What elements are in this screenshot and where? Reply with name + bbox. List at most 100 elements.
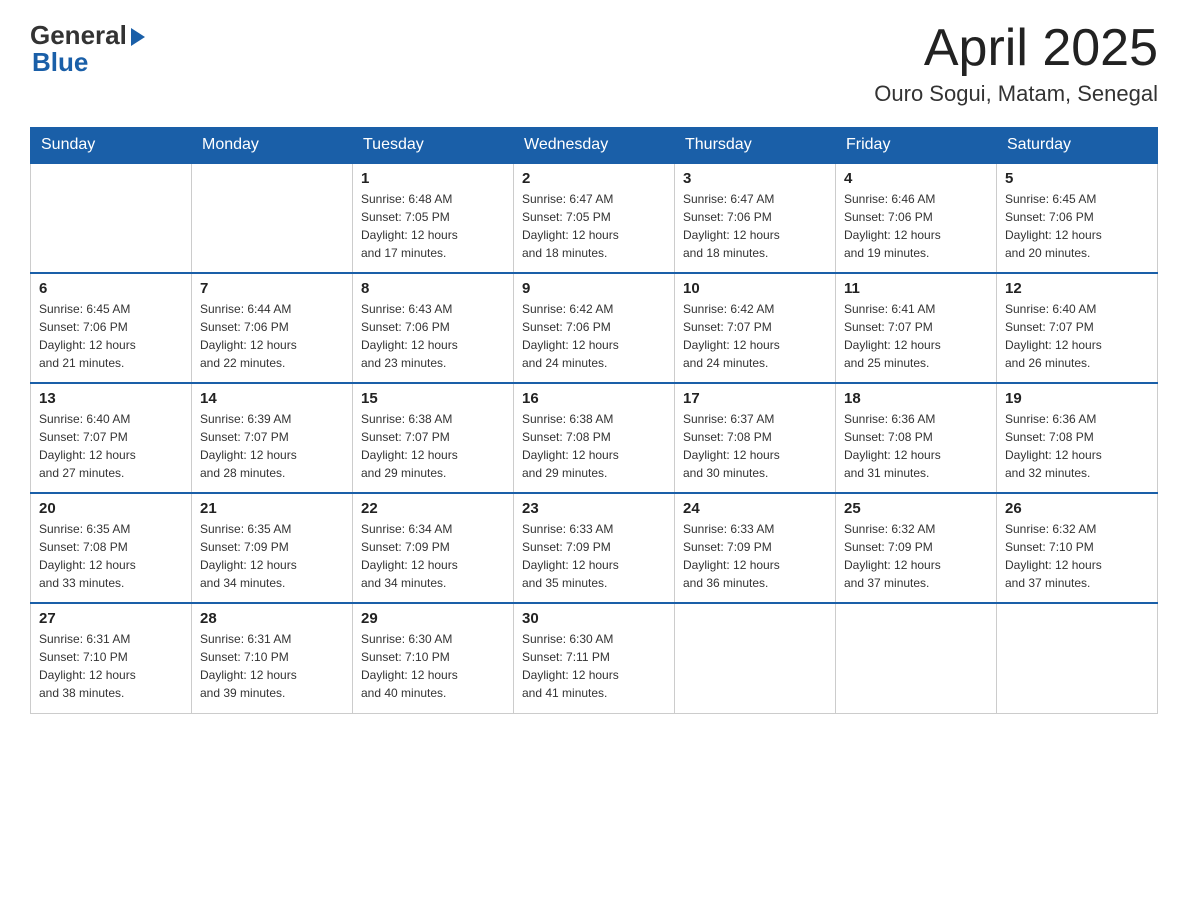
day-info: Sunrise: 6:30 AMSunset: 7:11 PMDaylight:… (522, 630, 666, 702)
day-number: 26 (1005, 500, 1149, 517)
calendar-cell: 27 Sunrise: 6:31 AMSunset: 7:10 PMDayligh… (31, 603, 192, 713)
day-info: Sunrise: 6:40 AMSunset: 7:07 PMDaylight:… (1005, 300, 1149, 372)
day-info: Sunrise: 6:31 AMSunset: 7:10 PMDaylight:… (200, 630, 344, 702)
day-number: 27 (39, 610, 183, 627)
calendar-cell: 18 Sunrise: 6:36 AMSunset: 7:08 PMDayligh… (836, 383, 997, 493)
day-info: Sunrise: 6:31 AMSunset: 7:10 PMDaylight:… (39, 630, 183, 702)
day-info: Sunrise: 6:33 AMSunset: 7:09 PMDaylight:… (522, 520, 666, 592)
calendar-cell: 22 Sunrise: 6:34 AMSunset: 7:09 PMDayligh… (353, 493, 514, 603)
calendar-cell (31, 163, 192, 273)
day-info: Sunrise: 6:44 AMSunset: 7:06 PMDaylight:… (200, 300, 344, 372)
calendar-cell: 14 Sunrise: 6:39 AMSunset: 7:07 PMDayligh… (192, 383, 353, 493)
day-of-week-header: Saturday (997, 128, 1158, 164)
day-info: Sunrise: 6:39 AMSunset: 7:07 PMDaylight:… (200, 410, 344, 482)
calendar-cell: 29 Sunrise: 6:30 AMSunset: 7:10 PMDayligh… (353, 603, 514, 713)
day-number: 29 (361, 610, 505, 627)
calendar-cell (836, 603, 997, 713)
day-of-week-header: Thursday (675, 128, 836, 164)
calendar-cell: 30 Sunrise: 6:30 AMSunset: 7:11 PMDayligh… (514, 603, 675, 713)
logo-triangle-icon (131, 28, 145, 46)
day-number: 9 (522, 280, 666, 297)
day-info: Sunrise: 6:32 AMSunset: 7:09 PMDaylight:… (844, 520, 988, 592)
day-info: Sunrise: 6:47 AMSunset: 7:05 PMDaylight:… (522, 190, 666, 262)
day-number: 10 (683, 280, 827, 297)
calendar-cell: 21 Sunrise: 6:35 AMSunset: 7:09 PMDayligh… (192, 493, 353, 603)
day-number: 2 (522, 170, 666, 187)
day-number: 16 (522, 390, 666, 407)
calendar-cell: 17 Sunrise: 6:37 AMSunset: 7:08 PMDayligh… (675, 383, 836, 493)
day-of-week-header: Friday (836, 128, 997, 164)
calendar-cell: 25 Sunrise: 6:32 AMSunset: 7:09 PMDayligh… (836, 493, 997, 603)
calendar-cell: 20 Sunrise: 6:35 AMSunset: 7:08 PMDayligh… (31, 493, 192, 603)
calendar-cell: 11 Sunrise: 6:41 AMSunset: 7:07 PMDayligh… (836, 273, 997, 383)
day-info: Sunrise: 6:33 AMSunset: 7:09 PMDaylight:… (683, 520, 827, 592)
day-info: Sunrise: 6:47 AMSunset: 7:06 PMDaylight:… (683, 190, 827, 262)
calendar-cell: 5 Sunrise: 6:45 AMSunset: 7:06 PMDaylight… (997, 163, 1158, 273)
day-info: Sunrise: 6:45 AMSunset: 7:06 PMDaylight:… (1005, 190, 1149, 262)
day-number: 21 (200, 500, 344, 517)
calendar-cell: 15Sunrise: 6:38 AMSunset: 7:07 PMDayligh… (353, 383, 514, 493)
day-info: Sunrise: 6:46 AMSunset: 7:06 PMDaylight:… (844, 190, 988, 262)
day-number: 19 (1005, 390, 1149, 407)
day-info: Sunrise: 6:45 AMSunset: 7:06 PMDaylight:… (39, 300, 183, 372)
day-number: 30 (522, 610, 666, 627)
calendar-cell: 2 Sunrise: 6:47 AMSunset: 7:05 PMDaylight… (514, 163, 675, 273)
day-info: Sunrise: 6:41 AMSunset: 7:07 PMDaylight:… (844, 300, 988, 372)
calendar-cell: 24 Sunrise: 6:33 AMSunset: 7:09 PMDayligh… (675, 493, 836, 603)
day-number: 22 (361, 500, 505, 517)
logo: General Blue (30, 20, 145, 78)
day-number: 24 (683, 500, 827, 517)
day-of-week-header: Monday (192, 128, 353, 164)
calendar-cell (675, 603, 836, 713)
day-number: 18 (844, 390, 988, 407)
location-text: Ouro Sogui, Matam, Senegal (874, 81, 1158, 107)
day-info: Sunrise: 6:42 AMSunset: 7:07 PMDaylight:… (683, 300, 827, 372)
calendar-cell: 13Sunrise: 6:40 AMSunset: 7:07 PMDayligh… (31, 383, 192, 493)
day-number: 1 (361, 170, 505, 187)
calendar-cell: 6 Sunrise: 6:45 AMSunset: 7:06 PMDaylight… (31, 273, 192, 383)
calendar-cell (192, 163, 353, 273)
calendar-cell: 7 Sunrise: 6:44 AMSunset: 7:06 PMDaylight… (192, 273, 353, 383)
day-number: 7 (200, 280, 344, 297)
calendar-table: SundayMondayTuesdayWednesdayThursdayFrid… (30, 127, 1158, 714)
calendar-cell: 26 Sunrise: 6:32 AMSunset: 7:10 PMDayligh… (997, 493, 1158, 603)
day-number: 5 (1005, 170, 1149, 187)
calendar-cell: 10 Sunrise: 6:42 AMSunset: 7:07 PMDayligh… (675, 273, 836, 383)
day-info: Sunrise: 6:34 AMSunset: 7:09 PMDaylight:… (361, 520, 505, 592)
day-number: 15 (361, 390, 505, 407)
day-number: 13 (39, 390, 183, 407)
day-info: Sunrise: 6:43 AMSunset: 7:06 PMDaylight:… (361, 300, 505, 372)
day-number: 6 (39, 280, 183, 297)
calendar-cell: 28 Sunrise: 6:31 AMSunset: 7:10 PMDayligh… (192, 603, 353, 713)
day-info: Sunrise: 6:36 AMSunset: 7:08 PMDaylight:… (1005, 410, 1149, 482)
logo-blue-text: Blue (32, 47, 88, 78)
calendar-cell: 8Sunrise: 6:43 AMSunset: 7:06 PMDaylight… (353, 273, 514, 383)
day-info: Sunrise: 6:30 AMSunset: 7:10 PMDaylight:… (361, 630, 505, 702)
day-info: Sunrise: 6:35 AMSunset: 7:09 PMDaylight:… (200, 520, 344, 592)
calendar-cell: 3Sunrise: 6:47 AMSunset: 7:06 PMDaylight… (675, 163, 836, 273)
calendar-cell: 16 Sunrise: 6:38 AMSunset: 7:08 PMDayligh… (514, 383, 675, 493)
calendar-cell: 12 Sunrise: 6:40 AMSunset: 7:07 PMDayligh… (997, 273, 1158, 383)
calendar-cell: 23Sunrise: 6:33 AMSunset: 7:09 PMDayligh… (514, 493, 675, 603)
calendar-cell: 19 Sunrise: 6:36 AMSunset: 7:08 PMDayligh… (997, 383, 1158, 493)
day-info: Sunrise: 6:38 AMSunset: 7:08 PMDaylight:… (522, 410, 666, 482)
day-info: Sunrise: 6:37 AMSunset: 7:08 PMDaylight:… (683, 410, 827, 482)
calendar-cell: 1 Sunrise: 6:48 AMSunset: 7:05 PMDaylight… (353, 163, 514, 273)
day-number: 17 (683, 390, 827, 407)
day-info: Sunrise: 6:35 AMSunset: 7:08 PMDaylight:… (39, 520, 183, 592)
month-title: April 2025 (874, 20, 1158, 77)
day-number: 20 (39, 500, 183, 517)
day-number: 12 (1005, 280, 1149, 297)
day-of-week-header: Tuesday (353, 128, 514, 164)
day-number: 14 (200, 390, 344, 407)
day-info: Sunrise: 6:32 AMSunset: 7:10 PMDaylight:… (1005, 520, 1149, 592)
day-info: Sunrise: 6:42 AMSunset: 7:06 PMDaylight:… (522, 300, 666, 372)
day-number: 25 (844, 500, 988, 517)
day-of-week-header: Wednesday (514, 128, 675, 164)
day-number: 11 (844, 280, 988, 297)
page-header: General Blue April 2025 Ouro Sogui, Mata… (30, 20, 1158, 107)
day-info: Sunrise: 6:36 AMSunset: 7:08 PMDaylight:… (844, 410, 988, 482)
day-number: 28 (200, 610, 344, 627)
day-info: Sunrise: 6:48 AMSunset: 7:05 PMDaylight:… (361, 190, 505, 262)
calendar-cell: 9 Sunrise: 6:42 AMSunset: 7:06 PMDaylight… (514, 273, 675, 383)
